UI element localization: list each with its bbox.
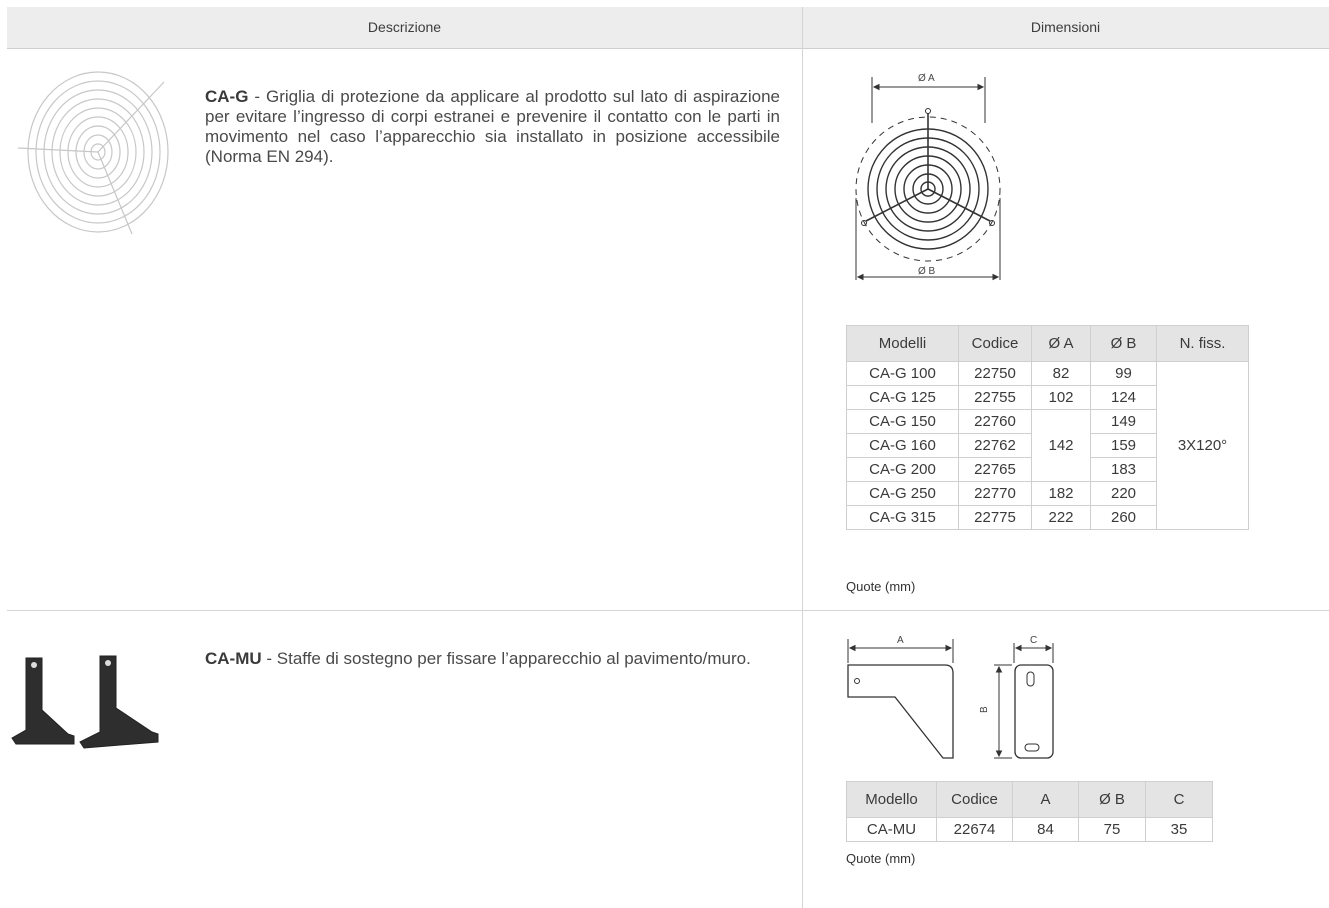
header-description: Descrizione [367,19,442,35]
table-row: CA-G 100 22750 82 99 3X120° [846,361,1249,530]
cell-oa: 182 [1031,481,1091,506]
th-modello: Modello [846,781,937,818]
cell-ob: 99 [1090,361,1157,386]
grille-dimension-drawing: Ø A Ø B [855,73,1001,281]
cell-a: 84 [1012,817,1079,842]
cell-oa: 222 [1031,505,1091,530]
ca-g-dimensions-table: Modelli Codice Ø A Ø B N. fiss. CA-G 100… [846,325,1249,530]
th-a: A [1012,781,1079,818]
cell-model: CA-G 160 [846,433,959,458]
cell-ob: 75 [1078,817,1146,842]
cell-code: 22762 [958,433,1032,458]
th-ob: Ø B [1090,325,1157,362]
th-codice: Codice [958,325,1032,362]
cell-ob: 149 [1090,409,1157,434]
ca-mu-description: CA-MU - Staffe di sostegno per fissare l… [205,649,780,669]
grille-photo [17,71,169,235]
ca-g-description: CA-G - Griglia di protezione da applicar… [205,87,780,167]
cell-model: CA-G 100 [846,361,959,386]
header-dimensions: Dimensioni [1030,19,1101,35]
cell-ob: 124 [1090,385,1157,410]
column-divider [802,7,803,908]
cell-code: 22765 [958,457,1032,482]
table-header: Descrizione Dimensioni [7,7,1329,49]
th-c: C [1145,781,1213,818]
cell-nfiss: 3X120° [1156,361,1249,530]
th-modelli: Modelli [846,325,959,362]
dim-label-b: Ø B [918,266,936,277]
dim-label-b: B [979,706,990,713]
cell-ob: 183 [1090,457,1157,482]
cell-ob: 159 [1090,433,1157,458]
ca-mu-units-note: Quote (mm) [846,851,916,866]
cell-code: 22755 [958,385,1032,410]
th-ob: Ø B [1078,781,1146,818]
cell-c: 35 [1145,817,1213,842]
cell-code: 22770 [958,481,1032,506]
cell-oa: 102 [1031,385,1091,410]
cell-model: CA-G 125 [846,385,959,410]
bracket-dimension-drawing: A C B [847,635,1054,759]
dim-label-c: C [1030,635,1037,646]
cell-code: 22674 [936,817,1013,842]
ca-g-units-note: Quote (mm) [846,579,916,594]
bracket-photo [11,655,159,749]
cell-ob: 260 [1090,505,1157,530]
cell-model: CA-G 150 [846,409,959,434]
cell-code: 22775 [958,505,1032,530]
ca-g-code: CA-G [205,87,249,106]
ca-g-text: - Griglia di protezione da applicare al … [205,87,780,166]
cell-ob: 220 [1090,481,1157,506]
row-divider [7,610,1329,611]
cell-model: CA-G 200 [846,457,959,482]
cell-code: 22760 [958,409,1032,434]
cell-oa-merged: 142 [1031,409,1091,482]
cell-model: CA-G 250 [846,481,959,506]
cell-model: CA-MU [846,817,937,842]
th-nfiss: N. fiss. [1156,325,1249,362]
cell-model: CA-G 315 [846,505,959,530]
ca-mu-text: - Staffe di sostegno per fissare l’appar… [261,649,751,668]
cell-oa: 82 [1031,361,1091,386]
dim-label-a: Ø A [918,73,935,84]
dim-label-a: A [897,635,904,646]
ca-mu-code: CA-MU [205,649,262,668]
cell-code: 22750 [958,361,1032,386]
th-oa: Ø A [1031,325,1091,362]
ca-mu-dimensions-table: Modello Codice A Ø B C CA-MU 22674 84 75… [846,781,1213,842]
table-row: CA-MU 22674 84 75 35 [846,817,1213,842]
th-codice: Codice [936,781,1013,818]
